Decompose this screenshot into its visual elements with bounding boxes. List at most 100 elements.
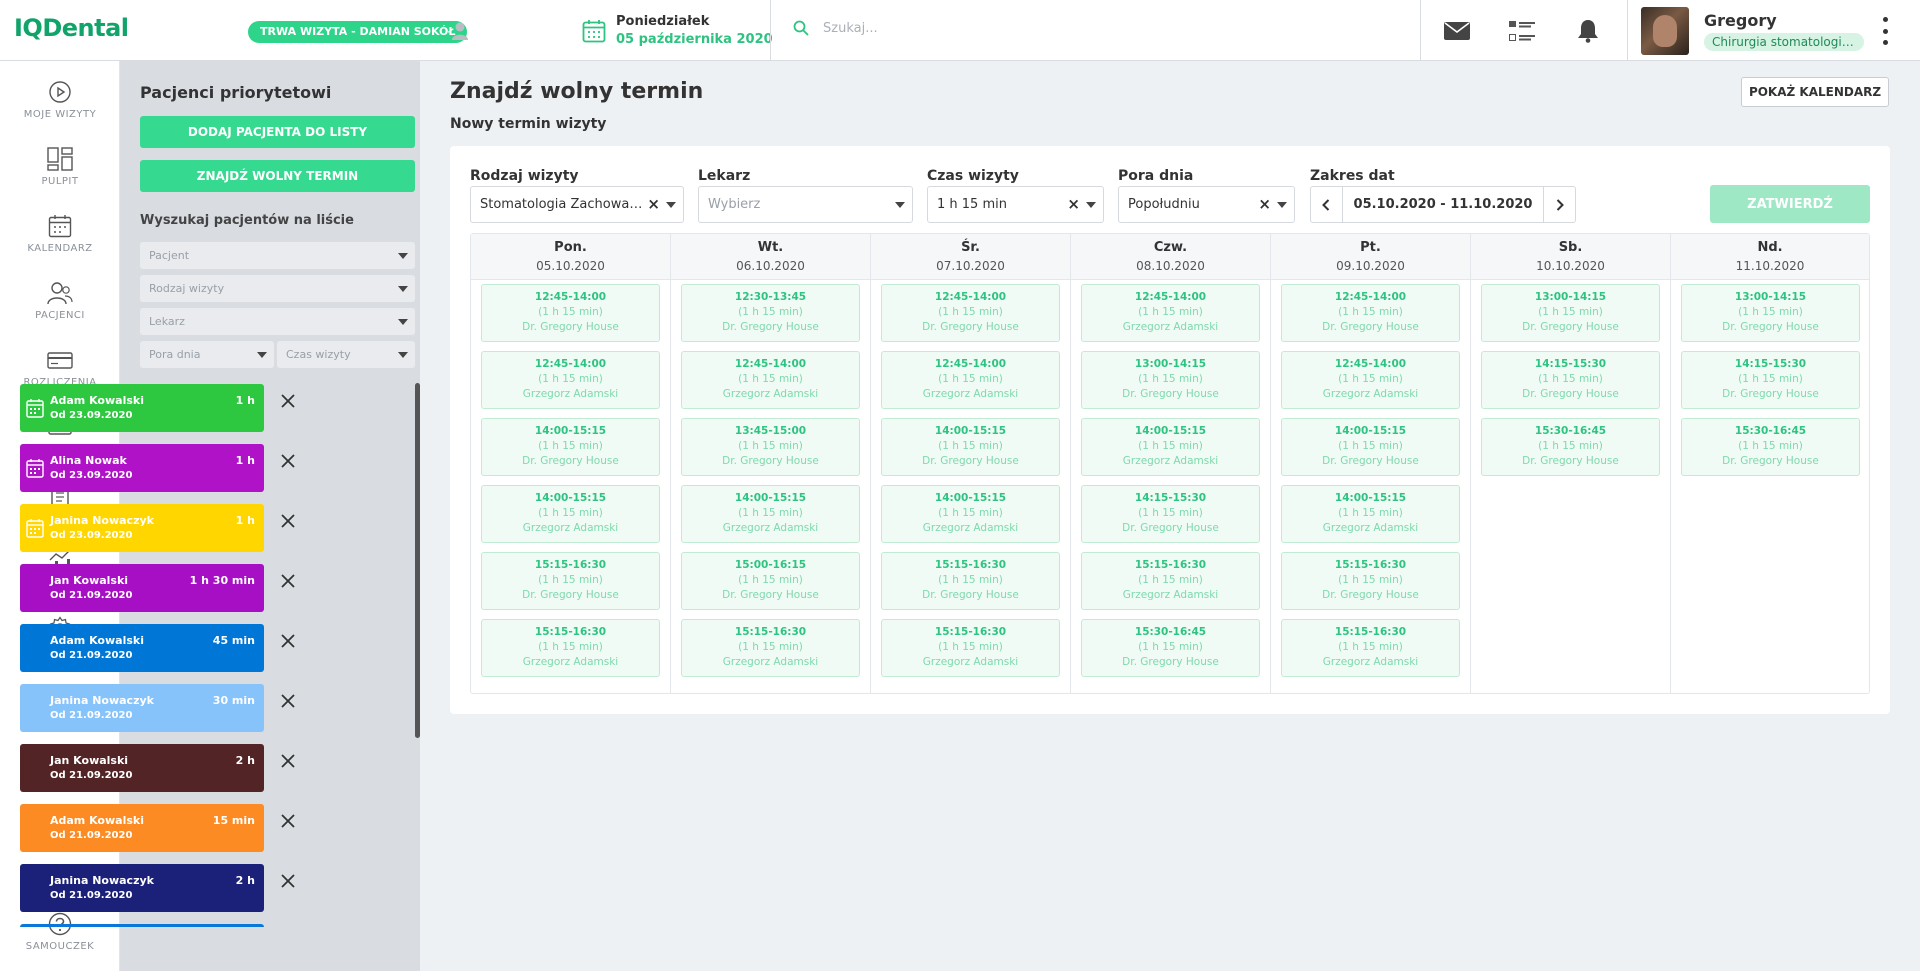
list-scrollbar[interactable] — [415, 383, 420, 738]
close-icon — [281, 814, 295, 828]
day-date: 10.10.2020 — [1536, 259, 1605, 273]
time-of-day-label: Pora dnia — [1118, 168, 1194, 184]
priority-patient-card[interactable]: Jan Kowalski Od 21.09.2020 1 h 30 min — [20, 564, 264, 612]
time-slot[interactable]: 13:45-15:00 (1 h 15 min) Dr. Gregory House — [681, 418, 860, 476]
time-slot[interactable]: 15:15-16:30 (1 h 15 min) Grzegorz Adamski — [881, 619, 1060, 677]
time-slot[interactable]: 14:00-15:15 (1 h 15 min) Grzegorz Adamski — [1081, 418, 1260, 476]
time-slot[interactable]: 12:45-14:00 (1 h 15 min) Grzegorz Adamski — [881, 351, 1060, 409]
task-list-button[interactable] — [1508, 18, 1536, 44]
time-slot[interactable]: 14:15-15:30 (1 h 15 min) Dr. Gregory House — [1681, 351, 1860, 409]
time-slot[interactable]: 13:00-14:15 (1 h 15 min) Dr. Gregory House — [1081, 351, 1260, 409]
priority-patient-card[interactable]: Jan Kowalski Od 21.09.2020 2 h — [20, 744, 264, 792]
time-slot[interactable]: 15:30-16:45 (1 h 15 min) Dr. Gregory House — [1081, 619, 1260, 677]
priority-patient-card[interactable]: Janina Nowaczyk Od 23.09.2020 1 h — [20, 504, 264, 552]
time-slot[interactable]: 14:00-15:15 (1 h 15 min) Grzegorz Adamski — [881, 485, 1060, 543]
messages-button[interactable] — [1443, 18, 1471, 44]
time-slot[interactable]: 12:45-14:00 (1 h 15 min) Dr. Gregory House — [1281, 284, 1460, 342]
time-slot[interactable]: 15:15-16:30 (1 h 15 min) Dr. Gregory House — [1281, 552, 1460, 610]
remove-patient-button[interactable] — [280, 633, 296, 649]
clear-icon[interactable]: × — [1258, 187, 1271, 222]
nav-item-moje-wizyty[interactable]: MOJE WIZYTY — [0, 80, 120, 120]
time-slot[interactable]: 15:30-16:45 (1 h 15 min) Dr. Gregory House — [1481, 418, 1660, 476]
visit-type-select[interactable]: Stomatologia Zachowawcza × — [470, 186, 684, 223]
time-slot[interactable]: 15:15-16:30 (1 h 15 min) Grzegorz Adamski — [681, 619, 860, 677]
clear-icon[interactable]: × — [647, 187, 660, 222]
time-slot[interactable]: 12:45-14:00 (1 h 15 min) Grzegorz Adamski — [481, 351, 660, 409]
priority-patient-card[interactable]: Janina Nowaczyk Od 21.09.2020 30 min — [20, 684, 264, 732]
time-slot[interactable]: 14:00-15:15 (1 h 15 min) Grzegorz Adamski — [681, 485, 860, 543]
time-slot[interactable]: 14:00-15:15 (1 h 15 min) Dr. Gregory House — [881, 418, 1060, 476]
time-slot[interactable]: 15:30-16:45 (1 h 15 min) Dr. Gregory House — [1681, 418, 1860, 476]
remove-patient-button[interactable] — [280, 393, 296, 409]
patient-filter[interactable]: Pacjent — [140, 242, 415, 269]
date-range-value[interactable]: 05.10.2020 - 11.10.2020 — [1342, 187, 1544, 222]
duration-select[interactable]: 1 h 15 min × — [927, 186, 1104, 223]
time-of-day-select[interactable]: Popołudniu × — [1118, 186, 1295, 223]
priority-patient-card[interactable]: Adam Kowalski Od 23.09.2020 1 h — [20, 384, 264, 432]
day-date: 06.10.2020 — [736, 259, 805, 273]
time-slot[interactable]: 14:00-15:15 (1 h 15 min) Grzegorz Adamski — [481, 485, 660, 543]
remove-patient-button[interactable] — [280, 753, 296, 769]
slot-time: 14:15-15:30 — [1134, 492, 1207, 504]
search-input[interactable] — [823, 20, 1223, 36]
priority-patient-card[interactable]: Adam Kowalski Od 21.09.2020 15 min — [20, 804, 264, 852]
priority-patient-list: Adam Kowalski Od 23.09.2020 1 h Alina Nowak… — [20, 322, 320, 927]
time-slot[interactable]: 12:45-14:00 (1 h 15 min) Grzegorz Adamski — [1081, 284, 1260, 342]
remove-patient-button[interactable] — [280, 513, 296, 529]
time-slot[interactable]: 15:15-16:30 (1 h 15 min) Dr. Gregory House — [881, 552, 1060, 610]
remove-patient-button[interactable] — [280, 693, 296, 709]
time-slot[interactable]: 14:00-15:15 (1 h 15 min) Dr. Gregory House — [1281, 418, 1460, 476]
time-slot[interactable]: 12:30-13:45 (1 h 15 min) Dr. Gregory House — [681, 284, 860, 342]
app-logo[interactable]: IQDental — [14, 14, 129, 42]
nav-item-pacjenci[interactable]: PACJENCI — [0, 281, 120, 321]
priority-patient-card[interactable] — [20, 924, 264, 927]
remove-patient-button[interactable] — [280, 453, 296, 469]
time-slot[interactable]: 15:15-16:30 (1 h 15 min) Dr. Gregory House — [481, 552, 660, 610]
time-slot[interactable]: 15:15-16:30 (1 h 15 min) Grzegorz Adamski — [481, 619, 660, 677]
add-patient-button[interactable]: DODAJ PACJENTA DO LISTY — [140, 116, 415, 148]
visit-type-filter[interactable]: Rodzaj wizyty — [140, 275, 415, 302]
remove-patient-button[interactable] — [280, 813, 296, 829]
time-slot[interactable]: 14:15-15:30 (1 h 15 min) Dr. Gregory House — [1481, 351, 1660, 409]
time-slot[interactable]: 15:15-16:30 (1 h 15 min) Grzegorz Adamski — [1281, 619, 1460, 677]
priority-patient-card[interactable]: Janina Nowaczyk Od 21.09.2020 2 h — [20, 864, 264, 912]
nav-item-kalendarz[interactable]: KALENDARZ — [0, 214, 120, 254]
notifications-button[interactable] — [1574, 18, 1602, 44]
calendar-icon — [26, 519, 44, 538]
remove-patient-button[interactable] — [280, 873, 296, 889]
nav-item-pulpit[interactable]: PULPIT — [0, 147, 120, 187]
find-free-slot-button[interactable]: ZNAJDŹ WOLNY TERMIN — [140, 160, 415, 192]
user-name[interactable]: Gregory — [1704, 11, 1777, 30]
priority-patient-card[interactable]: Adam Kowalski Od 21.09.2020 45 min — [20, 624, 264, 672]
time-slot[interactable]: 13:00-14:15 (1 h 15 min) Dr. Gregory House — [1481, 284, 1660, 342]
time-slot[interactable]: 14:15-15:30 (1 h 15 min) Dr. Gregory House — [1081, 485, 1260, 543]
next-week-button[interactable] — [1545, 187, 1575, 222]
priority-patient-card[interactable]: Alina Nowak Od 23.09.2020 1 h — [20, 444, 264, 492]
chevron-down-icon — [398, 352, 408, 358]
panel-title: Pacjenci priorytetowi — [140, 83, 332, 102]
clear-icon[interactable]: × — [1067, 187, 1080, 222]
time-slot[interactable]: 15:00-16:15 (1 h 15 min) Dr. Gregory House — [681, 552, 860, 610]
time-slot[interactable]: 15:15-16:30 (1 h 15 min) Grzegorz Adamski — [1081, 552, 1260, 610]
time-slot[interactable]: 12:45-14:00 (1 h 15 min) Dr. Gregory House — [881, 284, 1060, 342]
time-slot[interactable]: 14:00-15:15 (1 h 15 min) Dr. Gregory House — [481, 418, 660, 476]
time-slot[interactable]: 14:00-15:15 (1 h 15 min) Grzegorz Adamski — [1281, 485, 1460, 543]
slot-doctor: Dr. Gregory House — [1322, 589, 1419, 601]
doctor-select[interactable]: Wybierz — [698, 186, 913, 223]
search-bar[interactable] — [793, 20, 1223, 36]
prev-week-button[interactable] — [1311, 187, 1341, 222]
user-photo[interactable] — [1641, 7, 1689, 55]
time-slot[interactable]: 12:45-14:00 (1 h 15 min) Grzegorz Adamski — [1281, 351, 1460, 409]
time-slot[interactable]: 13:00-14:15 (1 h 15 min) Dr. Gregory House — [1681, 284, 1860, 342]
more-menu-button[interactable] — [1880, 17, 1890, 45]
current-visit-badge[interactable]: TRWA WIZYTA - DAMIAN SOKÓŁ — [248, 21, 468, 43]
user-avatar-icon[interactable] — [451, 21, 469, 41]
slot-duration: (1 h 15 min) — [738, 507, 803, 519]
slot-duration: (1 h 15 min) — [738, 440, 803, 452]
confirm-button[interactable]: ZATWIERDŹ — [1710, 185, 1870, 223]
show-calendar-button[interactable]: POKAŻ KALENDARZ — [1741, 77, 1889, 107]
slot-time: 15:15-16:30 — [534, 559, 607, 571]
time-slot[interactable]: 12:45-14:00 (1 h 15 min) Grzegorz Adamski — [681, 351, 860, 409]
time-slot[interactable]: 12:45-14:00 (1 h 15 min) Dr. Gregory House — [481, 284, 660, 342]
remove-patient-button[interactable] — [280, 573, 296, 589]
